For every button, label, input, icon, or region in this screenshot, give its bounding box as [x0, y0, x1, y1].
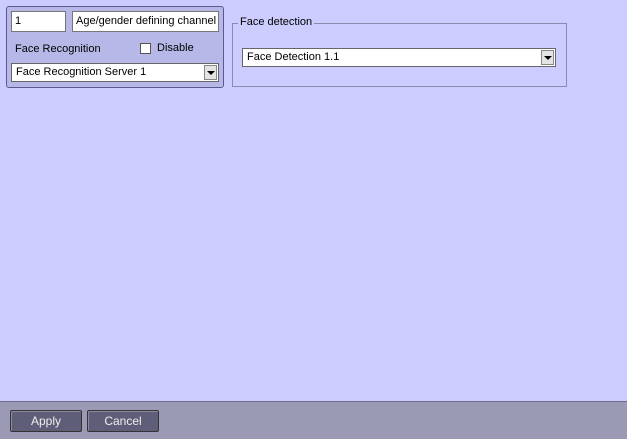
face-detection-group-title: Face detection — [238, 16, 315, 28]
face-detection-value: Face Detection 1.1 — [247, 51, 340, 63]
face-detection-select[interactable]: Face Detection 1.1 — [242, 48, 556, 67]
cancel-button[interactable]: Cancel — [87, 410, 159, 432]
recognition-server-value: Face Recognition Server 1 — [16, 66, 147, 78]
recognition-server-select[interactable]: Face Recognition Server 1 — [11, 63, 219, 82]
footer-bar: Apply Cancel — [0, 401, 627, 439]
channel-id-field[interactable]: 1 — [11, 11, 66, 32]
disable-label: Disable — [157, 42, 194, 54]
disable-checkbox[interactable] — [140, 43, 151, 54]
chevron-down-icon[interactable] — [541, 50, 554, 65]
apply-button[interactable]: Apply — [10, 410, 82, 432]
face-recognition-label: Face Recognition — [15, 43, 101, 55]
channel-name-field[interactable]: Age/gender defining channel — [72, 11, 219, 32]
channel-panel: 1 Age/gender defining channel Face Recog… — [6, 6, 224, 88]
channel-name-value: Age/gender defining channel — [76, 15, 217, 27]
chevron-down-icon[interactable] — [204, 65, 217, 80]
channel-id-value: 1 — [15, 15, 22, 27]
